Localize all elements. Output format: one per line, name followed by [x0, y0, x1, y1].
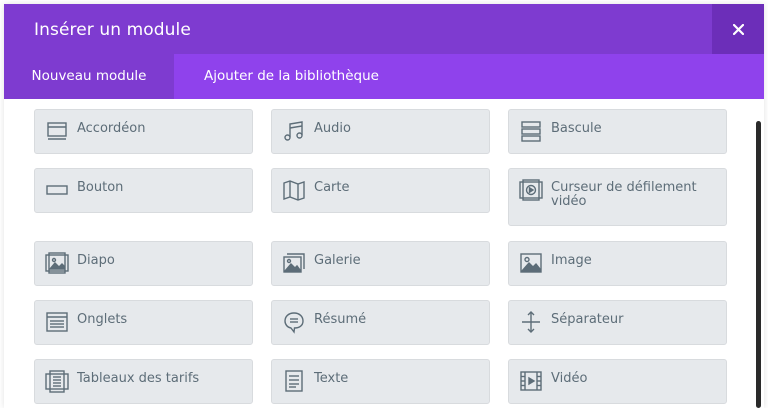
music-note-icon: [282, 119, 306, 143]
module-divider[interactable]: Séparateur: [508, 300, 727, 345]
module-video[interactable]: Vidéo: [508, 359, 727, 404]
module-label: Galerie: [314, 253, 361, 268]
module-video-slider[interactable]: Curseur de défilement vidéo: [508, 168, 727, 226]
dialog-header: Insérer un module: [4, 4, 764, 54]
toggle-icon: [519, 119, 543, 143]
speech-bubble-icon: [282, 310, 306, 334]
scrollbar[interactable]: [756, 121, 761, 408]
module-label: Diapo: [77, 253, 115, 268]
insert-module-dialog: Insérer un module Nouveau module Ajouter…: [4, 4, 764, 408]
module-label: Tableaux des tarifs: [77, 371, 200, 386]
module-label: Résumé: [314, 312, 367, 327]
close-icon: [733, 24, 744, 35]
module-audio[interactable]: Audio: [271, 109, 490, 154]
dialog-title: Insérer un module: [34, 20, 191, 40]
module-summary[interactable]: Résumé: [271, 300, 490, 345]
close-button[interactable]: [712, 4, 764, 54]
tab-new-module[interactable]: Nouveau module: [4, 54, 174, 99]
text-icon: [282, 369, 306, 393]
module-image[interactable]: Image: [508, 241, 727, 286]
gallery-icon: [282, 251, 306, 275]
tab-bar: Nouveau module Ajouter de la bibliothèqu…: [4, 54, 764, 99]
map-icon: [282, 178, 306, 202]
module-label: Audio: [314, 121, 351, 136]
module-label: Texte: [314, 371, 349, 386]
slider-icon: [45, 251, 69, 275]
module-label: Bouton: [77, 180, 124, 195]
module-label: Image: [551, 253, 592, 268]
tab-add-from-library[interactable]: Ajouter de la bibliothèque: [204, 54, 379, 99]
video-slider-icon: [519, 178, 543, 202]
pricing-table-icon: [45, 369, 69, 393]
module-tabs[interactable]: Onglets: [34, 300, 253, 345]
module-grid: Accordéon Audio Bascule Bouton Carte Cur…: [4, 99, 764, 408]
divider-icon: [519, 310, 543, 334]
module-label: Accordéon: [77, 121, 146, 136]
module-label: Onglets: [77, 312, 128, 327]
module-accordion[interactable]: Accordéon: [34, 109, 253, 154]
module-gallery[interactable]: Galerie: [271, 241, 490, 286]
tabs-icon: [45, 310, 69, 334]
button-icon: [45, 178, 69, 202]
module-label: Bascule: [551, 121, 602, 136]
module-pricing-tables[interactable]: Tableaux des tarifs: [34, 359, 253, 404]
module-label: Vidéo: [551, 371, 588, 386]
module-text[interactable]: Texte: [271, 359, 490, 404]
film-icon: [519, 369, 543, 393]
module-label: Séparateur: [551, 312, 624, 327]
accordion-icon: [45, 119, 69, 143]
module-label: Carte: [314, 180, 350, 195]
module-label: Curseur de défilement vidéo: [551, 180, 697, 209]
module-button[interactable]: Bouton: [34, 168, 253, 213]
module-slider[interactable]: Diapo: [34, 241, 253, 286]
module-toggle[interactable]: Bascule: [508, 109, 727, 154]
image-icon: [519, 251, 543, 275]
module-map[interactable]: Carte: [271, 168, 490, 213]
